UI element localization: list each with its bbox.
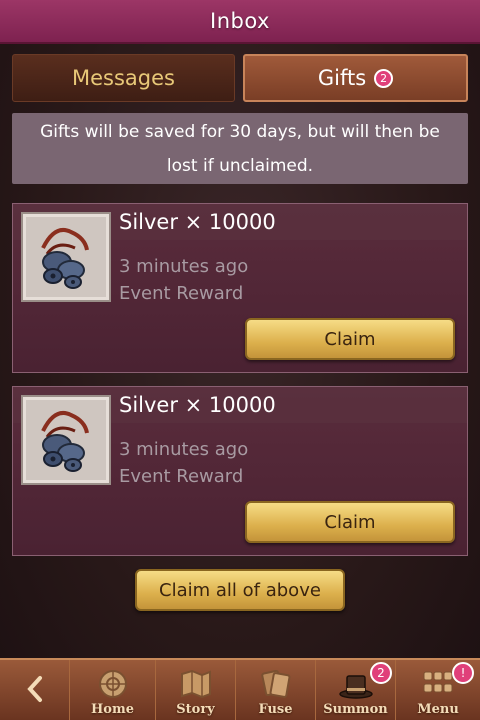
nav-summon[interactable]: Summon 2 bbox=[316, 660, 396, 720]
back-button[interactable] bbox=[0, 660, 70, 720]
nav-fuse-label: Fuse bbox=[258, 702, 293, 717]
nav-home-label: Home bbox=[91, 702, 134, 717]
fuse-cards-icon bbox=[260, 669, 290, 698]
claim-all-label: Claim all of above bbox=[159, 579, 321, 601]
silver-coins-icon bbox=[21, 395, 111, 485]
menu-grid-icon bbox=[423, 671, 453, 693]
silver-coins-icon bbox=[21, 212, 111, 302]
menu-alert-badge: ! bbox=[452, 662, 474, 684]
gift-title: Silver × 10000 bbox=[119, 393, 276, 417]
summon-badge: 2 bbox=[370, 662, 392, 684]
claim-all-button[interactable]: Claim all of above bbox=[135, 569, 345, 611]
tab-messages[interactable]: Messages bbox=[12, 54, 235, 102]
tab-gifts[interactable]: Gifts 2 bbox=[243, 54, 468, 102]
notice-text: Gifts will be saved for 30 days, but wil… bbox=[40, 121, 440, 176]
nav-fuse[interactable]: Fuse bbox=[236, 660, 316, 720]
claim-button[interactable]: Claim bbox=[245, 318, 455, 360]
nav-menu-label: Menu bbox=[417, 702, 459, 717]
nav-summon-label: Summon bbox=[323, 702, 388, 717]
gift-timestamp: 3 minutes ago bbox=[119, 439, 249, 460]
nav-story[interactable]: Story bbox=[156, 660, 236, 720]
gifts-count-badge: 2 bbox=[374, 68, 394, 88]
page-title: Inbox bbox=[210, 9, 270, 33]
tab-gifts-label: Gifts bbox=[317, 66, 367, 90]
gift-title: Silver × 10000 bbox=[119, 210, 276, 234]
expiry-notice: Gifts will be saved for 30 days, but wil… bbox=[12, 113, 468, 184]
nav-menu[interactable]: Menu ! bbox=[396, 660, 480, 720]
nav-story-label: Story bbox=[176, 702, 215, 717]
home-icon bbox=[98, 670, 127, 698]
claim-button-label: Claim bbox=[324, 511, 376, 533]
gift-source: Event Reward bbox=[119, 283, 244, 304]
gift-source: Event Reward bbox=[119, 466, 244, 487]
gift-card: Silver × 10000 3 minutes ago Event Rewar… bbox=[12, 203, 468, 373]
header-bar: Inbox bbox=[0, 0, 480, 44]
tab-bar: Messages Gifts 2 bbox=[12, 54, 468, 102]
back-arrow-icon bbox=[26, 675, 42, 702]
bottom-nav: Home Story Fuse Summon 2 Menu ! bbox=[0, 658, 480, 720]
summon-hat-icon bbox=[338, 675, 373, 699]
gift-card: Silver × 10000 3 minutes ago Event Rewar… bbox=[12, 386, 468, 556]
claim-button-label: Claim bbox=[324, 328, 376, 350]
nav-home[interactable]: Home bbox=[70, 660, 156, 720]
tab-messages-label: Messages bbox=[72, 66, 175, 90]
gift-timestamp: 3 minutes ago bbox=[119, 256, 249, 277]
claim-button[interactable]: Claim bbox=[245, 501, 455, 543]
inbox-screen: Inbox Messages Gifts 2 Gifts will be sav… bbox=[0, 0, 480, 720]
story-map-icon bbox=[180, 669, 211, 699]
